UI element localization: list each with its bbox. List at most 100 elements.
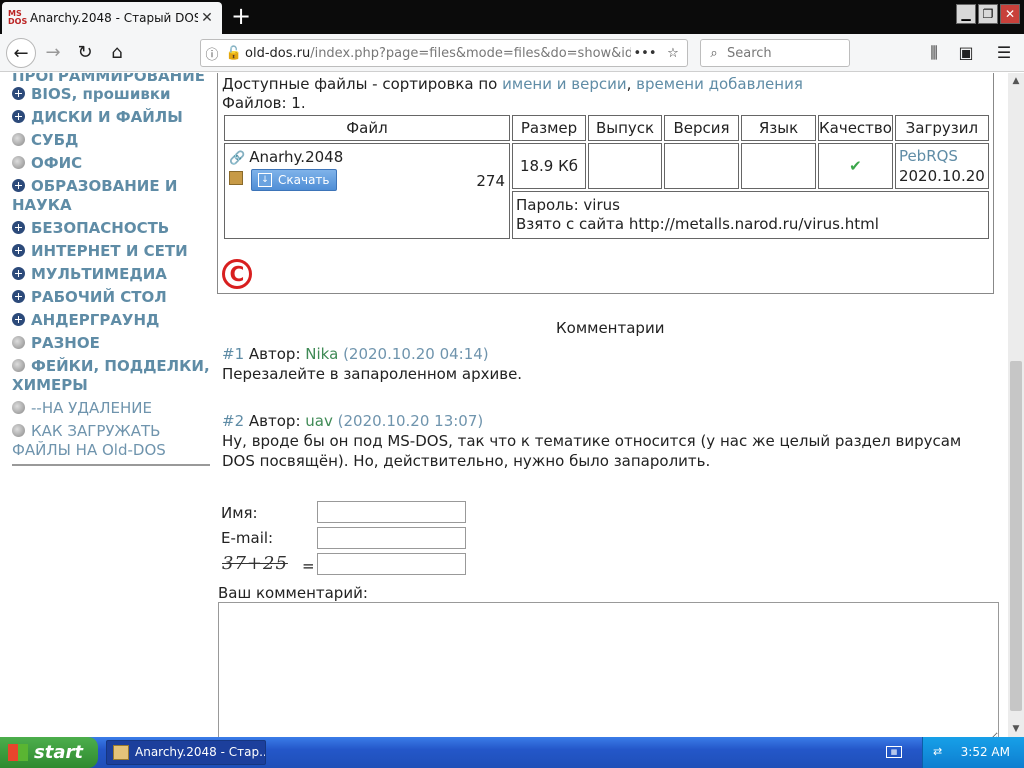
- col-size: Размер: [512, 115, 586, 141]
- url-text[interactable]: old-dos.ru/index.php?page=files&mode=fil…: [245, 46, 631, 61]
- bullet-dot-icon[interactable]: [12, 401, 25, 414]
- sidebar-item-label: РАБОЧИЙ СТОЛ: [31, 288, 167, 306]
- sidebar-item[interactable]: РАБОЧИЙ СТОЛ: [12, 288, 210, 307]
- scroll-down-icon[interactable]: ▼: [1008, 721, 1024, 737]
- comment: #2 Автор: uav (2020.10.20 13:07) Ну, вро…: [222, 411, 982, 471]
- expand-plus-icon[interactable]: [12, 179, 25, 192]
- tab-close-icon[interactable]: ✕: [198, 9, 216, 27]
- sidebar-item[interactable]: РАЗНОЕ: [12, 334, 210, 353]
- comment-label: Ваш комментарий:: [218, 584, 368, 602]
- sidebar-item[interactable]: МУЛЬТИМЕДИА: [12, 265, 210, 284]
- bullet-dot-icon[interactable]: [12, 424, 25, 437]
- comments-title: Комментарии: [556, 319, 665, 337]
- nav-bar: ← → ↻ ⌂ ⓘ 🔓 old-dos.ru/index.php?page=fi…: [0, 34, 1024, 72]
- captcha-field[interactable]: [317, 553, 466, 575]
- url-bar[interactable]: ⓘ 🔓 old-dos.ru/index.php?page=files&mode…: [200, 39, 688, 67]
- sidebar-item-label: ДИСКИ И ФАЙЛЫ: [31, 108, 183, 126]
- download-button[interactable]: ↓ Скачать: [251, 169, 337, 191]
- expand-plus-icon[interactable]: [12, 313, 25, 326]
- page-viewport: ПРОГРАММИРОВАНИЕ BIOS, прошивки ДИСКИ И Ф…: [0, 73, 1008, 737]
- sidebar-item[interactable]: АНДЕРГРАУНД: [12, 311, 210, 330]
- expand-plus-icon[interactable]: [12, 290, 25, 303]
- file-name-link[interactable]: 🔗 Anarhy.2048: [229, 148, 343, 166]
- info-icon[interactable]: ⓘ: [201, 44, 223, 63]
- network-icon[interactable]: ⇄: [933, 745, 951, 759]
- back-button[interactable]: ←: [6, 38, 36, 68]
- sidebar-item[interactable]: BIOS, прошивки: [12, 85, 210, 104]
- keyboard-icon[interactable]: ▦: [886, 746, 902, 758]
- home-button[interactable]: ⌂: [102, 38, 132, 68]
- download-count: 274: [476, 172, 505, 190]
- scrollbar-thumb[interactable]: [1010, 361, 1022, 711]
- sidebar-divider: [12, 464, 210, 466]
- check-icon: ✔: [818, 143, 893, 189]
- scroll-up-icon[interactable]: ▲: [1008, 73, 1024, 89]
- start-button[interactable]: start: [0, 737, 98, 768]
- comment-number[interactable]: #2: [222, 412, 244, 430]
- comment-text: Перезалейте в запароленном архиве.: [222, 365, 523, 383]
- minimize-button[interactable]: ▁: [956, 4, 976, 24]
- windows-logo-icon: [8, 744, 28, 761]
- uploader-link[interactable]: PebRQS: [899, 146, 985, 166]
- close-window-button[interactable]: ✕: [1000, 4, 1020, 24]
- expand-plus-icon[interactable]: [12, 87, 25, 100]
- sidebar-item-label: ИНТЕРНЕТ И СЕТИ: [31, 242, 188, 260]
- sidebar-item[interactable]: БЕЗОПАСНОСТЬ: [12, 219, 210, 238]
- clock: 3:52 AM: [960, 745, 1010, 759]
- insecure-lock-icon[interactable]: 🔓: [223, 46, 245, 61]
- maximize-button[interactable]: ❐: [978, 4, 998, 24]
- reload-button[interactable]: ↻: [70, 38, 100, 68]
- comment-number[interactable]: #1: [222, 345, 244, 363]
- expand-plus-icon[interactable]: [12, 244, 25, 257]
- sidebar-item-label: СУБД: [31, 131, 79, 149]
- forward-button[interactable]: →: [38, 38, 68, 68]
- col-version: Версия: [664, 115, 739, 141]
- bookmark-star-icon[interactable]: ☆: [659, 46, 687, 61]
- library-icon[interactable]: ⫼: [920, 38, 948, 68]
- bullet-dot-icon[interactable]: [12, 359, 25, 372]
- new-tab-button[interactable]: +: [226, 2, 256, 32]
- sidebar-item[interactable]: КАК ЗАГРУЖАТЬ ФАЙЛЫ НА Old-DOS: [12, 422, 210, 460]
- taskbar-window-button[interactable]: Anarchy.2048 - Стар...: [106, 740, 266, 765]
- upload-date: 2020.10.20: [898, 167, 985, 185]
- bullet-dot-icon[interactable]: [12, 156, 25, 169]
- col-release: Выпуск: [588, 115, 662, 141]
- sort-by-date-link[interactable]: времени добавления: [636, 75, 803, 93]
- page-scrollbar[interactable]: ▲ ▼: [1008, 73, 1024, 737]
- sidebar-item[interactable]: ФЕЙКИ, ПОДДЕЛКИ, ХИМЕРЫ: [12, 357, 210, 395]
- comment-author[interactable]: Nika: [305, 345, 338, 363]
- name-field[interactable]: [317, 501, 466, 523]
- file-language: [741, 143, 816, 189]
- file-version: [664, 143, 739, 189]
- sidebar-item[interactable]: ОБРАЗОВАНИЕ И НАУКА: [12, 177, 210, 215]
- search-input[interactable]: ⌕ Search: [700, 39, 850, 67]
- sidebar-item-label: ОБРАЗОВАНИЕ И НАУКА: [12, 177, 178, 214]
- page-actions-icon[interactable]: •••: [631, 46, 659, 61]
- archive-icon: [229, 171, 243, 185]
- bullet-dot-icon[interactable]: [12, 336, 25, 349]
- email-field[interactable]: [317, 527, 466, 549]
- comment-textarea[interactable]: [218, 602, 999, 737]
- sidebar-item-label: КАК ЗАГРУЖАТЬ ФАЙЛЫ НА Old-DOS: [12, 422, 166, 459]
- bullet-dot-icon[interactable]: [12, 133, 25, 146]
- expand-plus-icon[interactable]: [12, 267, 25, 280]
- comment-text: Ну, вроде бы он под MS-DOS, так что к те…: [222, 432, 962, 470]
- comment-date: (2020.10.20 04:14): [343, 345, 489, 363]
- sidebar-item-cut[interactable]: ПРОГРАММИРОВАНИЕ: [12, 73, 210, 81]
- expand-plus-icon[interactable]: [12, 221, 25, 234]
- sidebar-item-label: АНДЕРГРАУНД: [31, 311, 160, 329]
- expand-plus-icon[interactable]: [12, 110, 25, 123]
- sidebar-item[interactable]: ДИСКИ И ФАЙЛЫ: [12, 108, 210, 127]
- sidebar-item[interactable]: ИНТЕРНЕТ И СЕТИ: [12, 242, 210, 261]
- sidebar-item[interactable]: СУБД: [12, 131, 210, 150]
- category-sidebar: ПРОГРАММИРОВАНИЕ BIOS, прошивки ДИСКИ И Ф…: [12, 73, 210, 466]
- comment-author[interactable]: uav: [305, 412, 333, 430]
- sidebar-item[interactable]: --НА УДАЛЕНИЕ: [12, 399, 210, 418]
- sidebar-item[interactable]: ОФИС: [12, 154, 210, 173]
- file-count: Файлов: 1.: [222, 94, 306, 112]
- sort-by-name-link[interactable]: имени и версии: [502, 75, 626, 93]
- browser-tab[interactable]: MSDOS Anarchy.2048 - Старый DOS. Ab ✕: [2, 2, 222, 34]
- sidebar-toggle-icon[interactable]: ▣: [952, 38, 980, 68]
- col-file: Файл: [224, 115, 510, 141]
- menu-icon[interactable]: ☰: [990, 38, 1018, 68]
